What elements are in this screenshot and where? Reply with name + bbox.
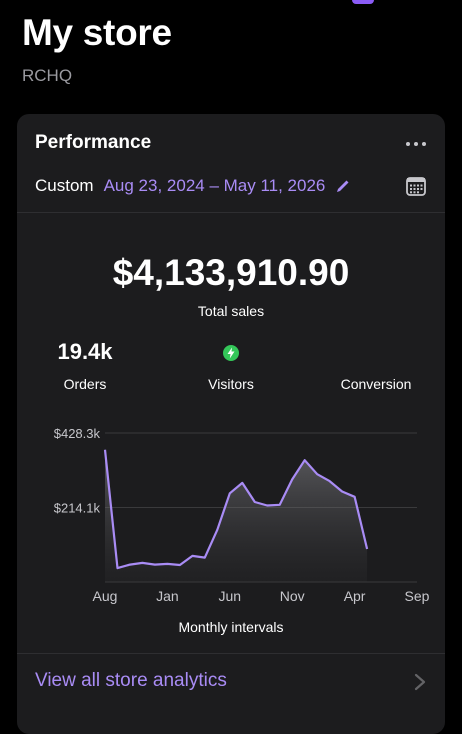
x-tick-label: Aug	[93, 588, 118, 604]
lightning-badge-icon	[222, 344, 240, 362]
y-tick-label: $428.3k	[54, 426, 101, 441]
top-indicator	[352, 0, 374, 4]
x-tick-label: Apr	[344, 588, 366, 604]
x-tick-label: Sep	[405, 588, 430, 604]
interval-label: Monthly intervals	[17, 619, 445, 635]
total-sales-label: Total sales	[17, 303, 445, 319]
metric-orders-value: 19.4k	[25, 338, 145, 366]
range-label: Custom	[35, 176, 94, 196]
calendar-icon[interactable]	[405, 175, 427, 197]
metric-visitors: Visitors	[171, 338, 291, 392]
total-sales-value: $4,133,910.90	[17, 252, 445, 294]
performance-card: Performance Custom Aug 23, 2024 – May 11…	[17, 114, 445, 734]
range-dates[interactable]: Aug 23, 2024 – May 11, 2026	[104, 176, 326, 196]
sales-chart: $428.3k $214.1k Aug Jan Jun Nov Apr Sep	[17, 414, 445, 614]
more-horizontal-icon[interactable]	[406, 141, 426, 147]
divider	[17, 212, 445, 213]
view-analytics-link[interactable]: View all store analytics	[35, 670, 227, 692]
metric-orders-label: Orders	[25, 376, 145, 392]
metric-orders: 19.4k Orders	[25, 338, 145, 392]
y-tick-label: $214.1k	[54, 501, 101, 516]
chevron-right-icon[interactable]	[413, 672, 427, 692]
metric-conversion: Conversion	[316, 338, 436, 392]
x-tick-label: Nov	[280, 588, 305, 604]
card-title: Performance	[35, 132, 151, 154]
date-range-row[interactable]: Custom Aug 23, 2024 – May 11, 2026	[35, 175, 427, 197]
x-tick-label: Jun	[219, 588, 242, 604]
pencil-icon[interactable]	[335, 178, 351, 194]
x-tick-label: Jan	[156, 588, 179, 604]
page-title: My store	[22, 12, 172, 54]
store-subtitle: RCHQ	[22, 66, 72, 86]
divider	[17, 653, 445, 654]
metric-conversion-label: Conversion	[316, 376, 436, 392]
metric-visitors-label: Visitors	[171, 376, 291, 392]
